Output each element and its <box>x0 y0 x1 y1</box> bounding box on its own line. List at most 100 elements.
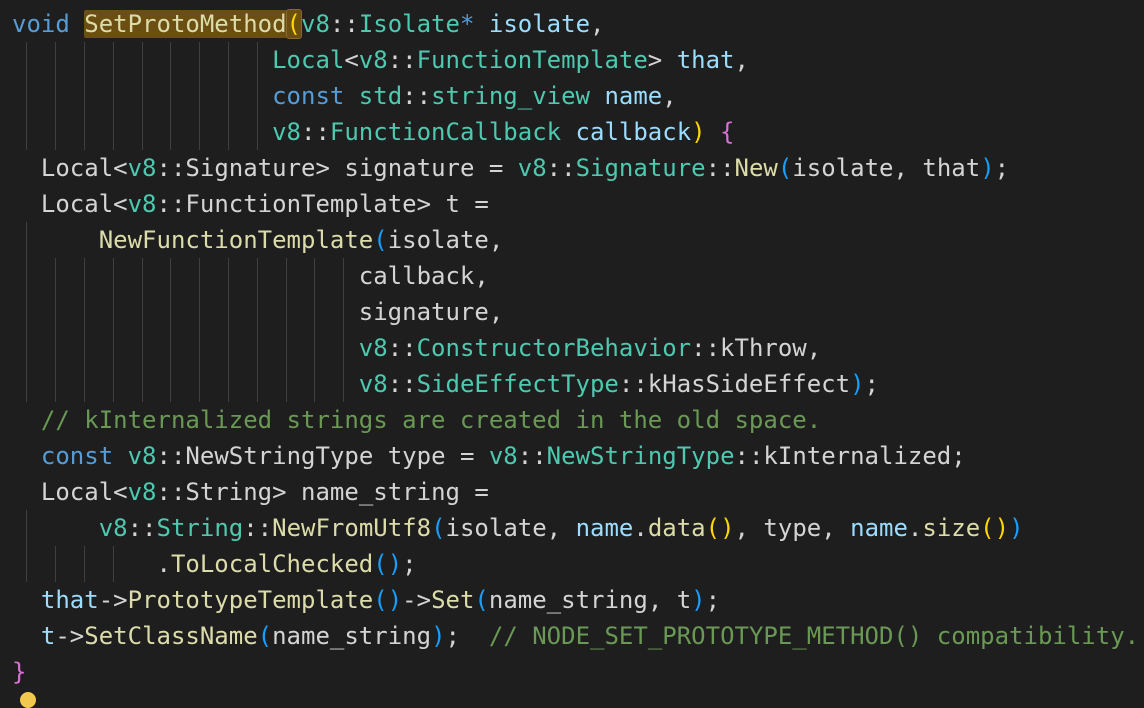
code-line[interactable]: const std::string_view name, <box>12 78 1139 114</box>
code-token: :: <box>243 514 273 542</box>
indent-guide <box>55 42 57 78</box>
code-token: :: <box>546 154 576 182</box>
indent-guide <box>112 78 114 114</box>
code-token: > <box>647 46 677 74</box>
code-token: -> <box>55 622 85 650</box>
code-token: // kInternalized strings are created in … <box>40 406 822 434</box>
code-token: ) <box>1009 514 1024 542</box>
code-line[interactable]: Local<v8::FunctionTemplate> t = <box>12 186 1139 222</box>
indent-guide <box>314 294 316 330</box>
code-token: t <box>40 622 56 650</box>
code-token: () <box>705 514 735 542</box>
code-token: NewFunctionTemplate <box>98 226 374 254</box>
code-token: , <box>662 82 677 110</box>
code-token: size <box>922 514 981 542</box>
code-token: Set <box>431 586 475 614</box>
code-token: :: <box>156 190 186 218</box>
code-line[interactable]: t->SetClassName(name_string); // NODE_SE… <box>12 618 1139 654</box>
indent-guide <box>228 42 229 78</box>
indent-guide <box>112 294 114 330</box>
code-token: std <box>358 82 403 110</box>
indent-guide <box>26 114 28 150</box>
code-line[interactable]: Local<v8::FunctionTemplate> that, <box>12 42 1139 78</box>
code-token: ToLocalChecked <box>170 550 374 578</box>
code-token: string_view <box>431 82 605 110</box>
indent-guide <box>228 78 229 114</box>
code-line[interactable]: } <box>12 654 1139 690</box>
code-token: Local <box>40 154 114 182</box>
indent-guide <box>343 294 345 330</box>
code-line[interactable]: v8::SideEffectType::kHasSideEffect); <box>12 366 1139 402</box>
code-line[interactable]: that->PrototypeTemplate()->Set(name_stri… <box>12 582 1139 618</box>
indent-guide <box>314 330 316 366</box>
code-token: Local <box>40 478 114 506</box>
code-line[interactable]: .ToLocalChecked(); <box>12 546 1139 582</box>
indent-guide <box>141 330 143 366</box>
code-line[interactable]: void SetProtoMethod(v8::Isolate* isolate… <box>12 6 1139 42</box>
indent-guide <box>285 294 287 330</box>
indent-guide <box>199 258 201 294</box>
code-area[interactable]: void SetProtoMethod(v8::Isolate* isolate… <box>12 6 1139 690</box>
code-token: :: <box>387 370 417 398</box>
code-token: const <box>40 442 128 470</box>
indent-guide <box>285 258 287 294</box>
code-line[interactable]: callback, <box>12 258 1139 294</box>
code-token: Local <box>272 46 345 74</box>
code-token: NewStringType <box>546 442 735 470</box>
code-token: ; <box>705 586 721 614</box>
code-token: ::kInternalized; <box>734 442 966 470</box>
code-token: ( <box>431 514 446 542</box>
indent-guide <box>26 366 28 402</box>
code-token: :: <box>387 46 417 74</box>
code-token: isolate, that <box>792 154 981 182</box>
indent-guide <box>228 258 229 294</box>
code-token: name <box>604 82 663 110</box>
code-line[interactable]: NewFunctionTemplate(isolate, <box>12 222 1139 258</box>
indent-guide <box>199 330 201 366</box>
indent-guide <box>170 330 172 366</box>
indent-guide <box>170 366 172 402</box>
indent-guide <box>343 330 345 366</box>
code-token: * <box>459 10 489 38</box>
code-line[interactable]: // kInternalized strings are created in … <box>12 402 1139 438</box>
indent-guide <box>170 294 172 330</box>
code-line[interactable]: v8::ConstructorBehavior::kThrow, <box>12 330 1139 366</box>
indent-guide <box>84 330 85 366</box>
indent-guide <box>112 330 114 366</box>
indent-guide <box>141 78 143 114</box>
code-line[interactable]: v8::FunctionCallback callback) { <box>12 114 1139 150</box>
code-line[interactable]: Local<v8::Signature> signature = v8::Sig… <box>12 150 1139 186</box>
code-token: String <box>185 478 273 506</box>
indent-guide <box>112 366 114 402</box>
code-token: ConstructorBehavior <box>416 334 692 362</box>
code-token: ) <box>850 370 865 398</box>
code-line[interactable]: const v8::NewStringType type = v8::NewSt… <box>12 438 1139 474</box>
code-token: :: <box>517 442 547 470</box>
code-token: v8 <box>301 10 330 38</box>
code-line[interactable]: Local<v8::String> name_string = <box>12 474 1139 510</box>
indent-guide <box>26 258 28 294</box>
indent-guide <box>141 114 143 150</box>
code-line[interactable]: signature, <box>12 294 1139 330</box>
code-editor[interactable]: void SetProtoMethod(v8::Isolate* isolate… <box>0 0 1144 708</box>
indent-guide <box>228 366 229 402</box>
indent-guide <box>256 114 258 150</box>
code-token: Signature <box>575 154 706 182</box>
code-token: v8 <box>127 154 157 182</box>
lightbulb-icon[interactable] <box>20 692 36 708</box>
code-token: type = <box>373 442 489 470</box>
code-token: , type, <box>734 514 851 542</box>
indent-guide <box>26 294 28 330</box>
code-token: ) <box>691 118 706 146</box>
code-line[interactable]: v8::String::NewFromUtf8(isolate, name.da… <box>12 510 1139 546</box>
indent-guide <box>285 330 287 366</box>
code-token: . <box>156 550 171 578</box>
code-token: v8 <box>358 334 388 362</box>
code-token: v8 <box>272 118 301 146</box>
